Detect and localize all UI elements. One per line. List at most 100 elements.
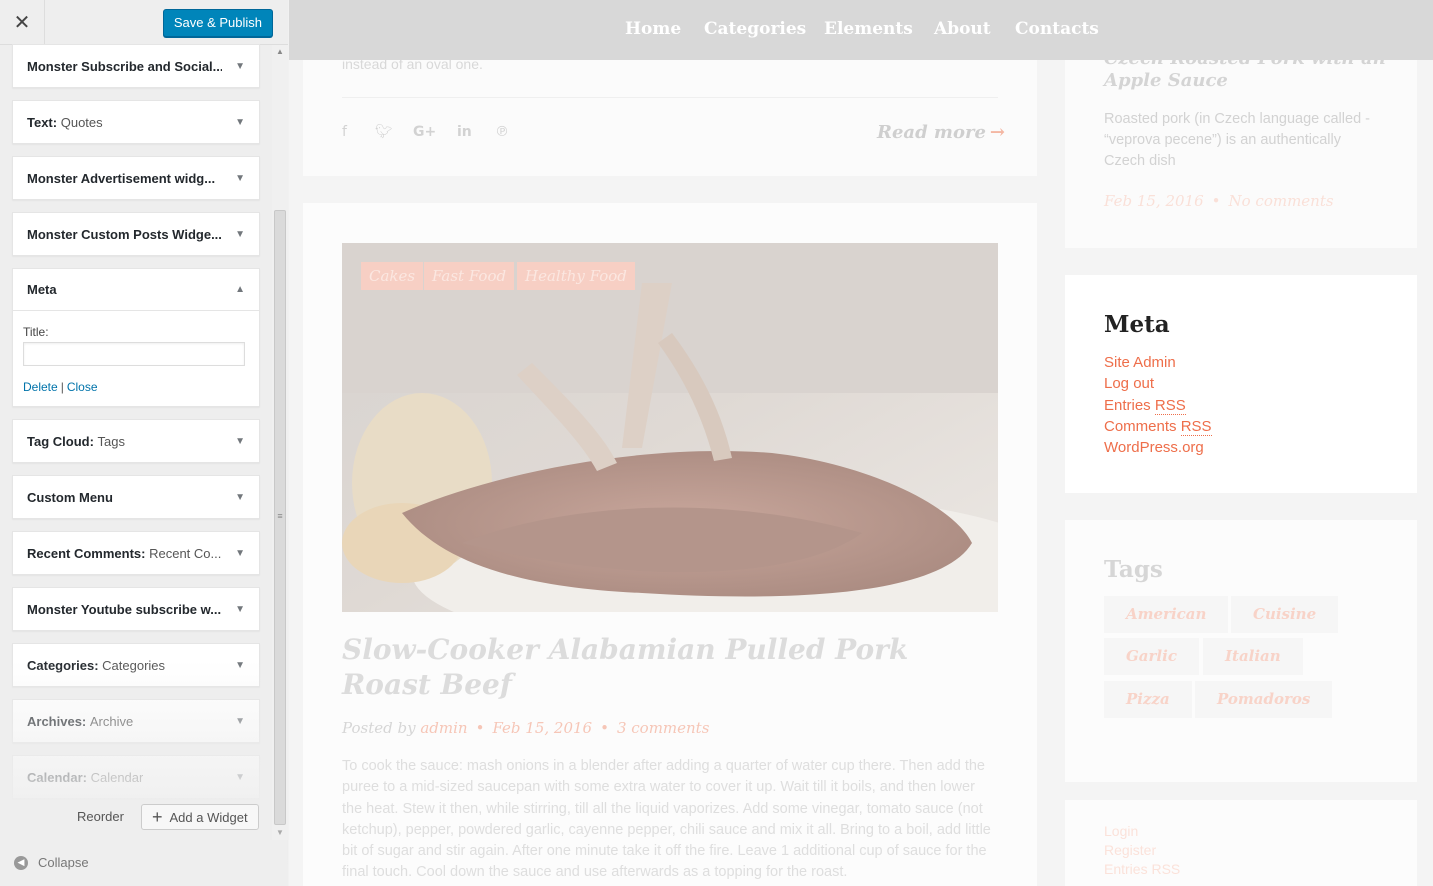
reorder-link[interactable]: Reorder bbox=[77, 809, 124, 824]
widget-header[interactable]: Archives: Archive ▼ bbox=[13, 700, 259, 742]
close-icon[interactable]: ✕ bbox=[0, 0, 45, 45]
scroll-up-arrow-icon[interactable]: ▲ bbox=[272, 47, 288, 59]
tag-pill[interactable]: Garlic bbox=[1104, 638, 1199, 675]
arrow-down-icon[interactable]: ▼ bbox=[235, 604, 245, 615]
log-out-link[interactable]: Log out bbox=[1104, 373, 1212, 394]
sidebar-header: ✕ Save & Publish bbox=[0, 0, 288, 45]
widget-header[interactable]: Monster Subscribe and Social... ▼ bbox=[13, 45, 259, 87]
twitter-icon[interactable]: 🐦︎ bbox=[375, 124, 393, 140]
widget-header[interactable]: Monster Custom Posts Widge... ▼ bbox=[13, 213, 259, 255]
arrow-up-icon[interactable]: ▲ bbox=[235, 284, 245, 295]
scroll-down-arrow-icon[interactable]: ▼ bbox=[272, 828, 288, 840]
nav-item-about[interactable]: About bbox=[934, 19, 991, 39]
tags-widget-heading: Tags bbox=[1104, 556, 1163, 583]
category-tag[interactable]: Cakes bbox=[361, 262, 424, 290]
linkedin-icon[interactable]: in bbox=[457, 124, 472, 140]
widget-meta-form: Title: Delete | Close bbox=[13, 311, 259, 406]
post-date[interactable]: Feb 15, 2016 bbox=[492, 719, 592, 737]
tag-pill[interactable]: Italian bbox=[1203, 638, 1303, 675]
widget-monster-subscribe[interactable]: Monster Subscribe and Social... ▼ bbox=[12, 44, 260, 88]
widget-title: Text: Quotes bbox=[27, 114, 103, 130]
save-publish-button[interactable]: Save & Publish bbox=[162, 9, 273, 37]
widget-header[interactable]: Text: Quotes ▼ bbox=[13, 101, 259, 143]
widget-archives[interactable]: Archives: Archive ▼ bbox=[12, 699, 260, 743]
widget-title: Categories: Categories bbox=[27, 657, 166, 673]
widget-title: Tag Cloud: Tags bbox=[27, 433, 126, 449]
widget-monster-advertisement[interactable]: Monster Advertisement widg... ▼ bbox=[12, 156, 260, 200]
post-featured-image[interactable]: Cakes Fast Food Healthy Food bbox=[342, 243, 998, 612]
delete-link[interactable]: Delete bbox=[23, 380, 58, 394]
widget-actions: Delete | Close bbox=[23, 380, 249, 394]
post-title[interactable]: Slow-Cooker Alabamian Pulled Pork Roast … bbox=[342, 632, 998, 702]
nav-item-elements[interactable]: Elements bbox=[824, 19, 913, 39]
tag-pill[interactable]: Cuisine bbox=[1231, 596, 1339, 633]
widget-recent-comments[interactable]: Recent Comments: Recent Co... ▼ bbox=[12, 531, 260, 575]
arrow-down-icon[interactable]: ▼ bbox=[235, 117, 245, 128]
meta-links: Site Admin Log out Entries RSS Comments … bbox=[1104, 352, 1212, 458]
comments-link[interactable]: 3 comments bbox=[617, 719, 709, 737]
widget-tag-cloud[interactable]: Tag Cloud: Tags ▼ bbox=[12, 419, 260, 463]
widget-title: Archives: Archive bbox=[27, 713, 134, 729]
nav-item-home[interactable]: Home bbox=[625, 19, 681, 39]
posted-by-label: Posted by bbox=[342, 719, 416, 737]
read-more-label: Read more bbox=[877, 122, 986, 143]
arrow-down-icon[interactable]: ▼ bbox=[235, 492, 245, 503]
site-admin-link[interactable]: Site Admin bbox=[1104, 352, 1212, 373]
author-link[interactable]: admin bbox=[420, 719, 467, 737]
widget-title: Custom Menu bbox=[27, 489, 113, 505]
arrow-down-icon[interactable]: ▼ bbox=[235, 548, 245, 559]
divider bbox=[342, 97, 998, 98]
title-input[interactable] bbox=[23, 342, 245, 366]
widget-header[interactable]: Meta ▲ bbox=[13, 269, 259, 311]
wordpress-org-link[interactable]: WordPress.org bbox=[1104, 437, 1212, 458]
close-link[interactable]: Close bbox=[67, 380, 98, 394]
widget-header[interactable]: Monster Advertisement widg... ▼ bbox=[13, 157, 259, 199]
entries-rss-link[interactable]: Entries RSS bbox=[1104, 395, 1212, 416]
arrow-down-icon[interactable]: ▼ bbox=[235, 173, 245, 184]
nav-item-contacts[interactable]: Contacts bbox=[1015, 19, 1099, 39]
widget-monster-custom-posts[interactable]: Monster Custom Posts Widge... ▼ bbox=[12, 212, 260, 256]
arrow-down-icon[interactable]: ▼ bbox=[235, 772, 245, 783]
arrow-down-icon[interactable]: ▼ bbox=[235, 61, 245, 72]
add-widget-button[interactable]: + Add a Widget bbox=[141, 804, 259, 830]
comments-rss-link[interactable]: Comments RSS bbox=[1104, 416, 1212, 437]
widget-header[interactable]: Categories: Categories ▼ bbox=[13, 644, 259, 686]
scroll-thumb[interactable]: ≡ bbox=[274, 210, 286, 825]
arrow-down-icon[interactable]: ▼ bbox=[235, 436, 245, 447]
widget-meta[interactable]: Meta ▲ Title: Delete | Close bbox=[12, 268, 260, 407]
widget-header[interactable]: Recent Comments: Recent Co... ▼ bbox=[13, 532, 259, 574]
read-more-link[interactable]: Read more → bbox=[877, 122, 1005, 143]
food-photo bbox=[342, 243, 998, 612]
nav-item-categories[interactable]: Categories bbox=[704, 19, 806, 39]
collapse-button[interactable]: ◀ Collapse bbox=[14, 855, 89, 870]
widget-header[interactable]: Custom Menu ▼ bbox=[13, 476, 259, 518]
widget-text-quotes[interactable]: Text: Quotes ▼ bbox=[12, 100, 260, 144]
widget-title: Monster Subscribe and Social... bbox=[27, 58, 222, 74]
side-post-comments[interactable]: No comments bbox=[1229, 192, 1334, 210]
arrow-down-icon[interactable]: ▼ bbox=[235, 716, 245, 727]
arrow-down-icon[interactable]: ▼ bbox=[235, 229, 245, 240]
sidebar-scrollbar[interactable]: ▲ ≡ ▼ bbox=[272, 45, 288, 840]
pinterest-icon[interactable]: ℗ bbox=[495, 124, 509, 140]
widget-header[interactable]: Monster Youtube subscribe w... ▼ bbox=[13, 588, 259, 630]
widget-header[interactable]: Tag Cloud: Tags ▼ bbox=[13, 420, 259, 462]
entries-rss-bottom-link[interactable]: Entries RSS bbox=[1104, 860, 1180, 879]
tag-pill[interactable]: Pizza bbox=[1104, 681, 1192, 718]
category-tag[interactable]: Fast Food bbox=[424, 262, 515, 290]
facebook-icon[interactable]: f bbox=[342, 124, 347, 140]
widget-categories[interactable]: Categories: Categories ▼ bbox=[12, 643, 260, 687]
widget-custom-menu[interactable]: Custom Menu ▼ bbox=[12, 475, 260, 519]
site-preview: instead of an oval one. f 🐦︎ G+ in ℗ Rea… bbox=[289, 0, 1433, 886]
side-post-date[interactable]: Feb 15, 2016 bbox=[1104, 192, 1204, 210]
tag-pill[interactable]: Pomadoros bbox=[1195, 681, 1333, 718]
widget-monster-youtube[interactable]: Monster Youtube subscribe w... ▼ bbox=[12, 587, 260, 631]
category-tag[interactable]: Healthy Food bbox=[517, 262, 635, 290]
widget-header[interactable]: Calendar: Calendar ▼ bbox=[13, 756, 259, 798]
google-plus-icon[interactable]: G+ bbox=[413, 124, 436, 140]
post-meta: Posted by admin • Feb 15, 2016 • 3 comments bbox=[342, 719, 710, 737]
register-link[interactable]: Register bbox=[1104, 841, 1180, 860]
login-link[interactable]: Login bbox=[1104, 822, 1180, 841]
arrow-down-icon[interactable]: ▼ bbox=[235, 660, 245, 671]
tag-pill[interactable]: American bbox=[1104, 596, 1229, 633]
widget-calendar[interactable]: Calendar: Calendar ▼ bbox=[12, 755, 260, 799]
